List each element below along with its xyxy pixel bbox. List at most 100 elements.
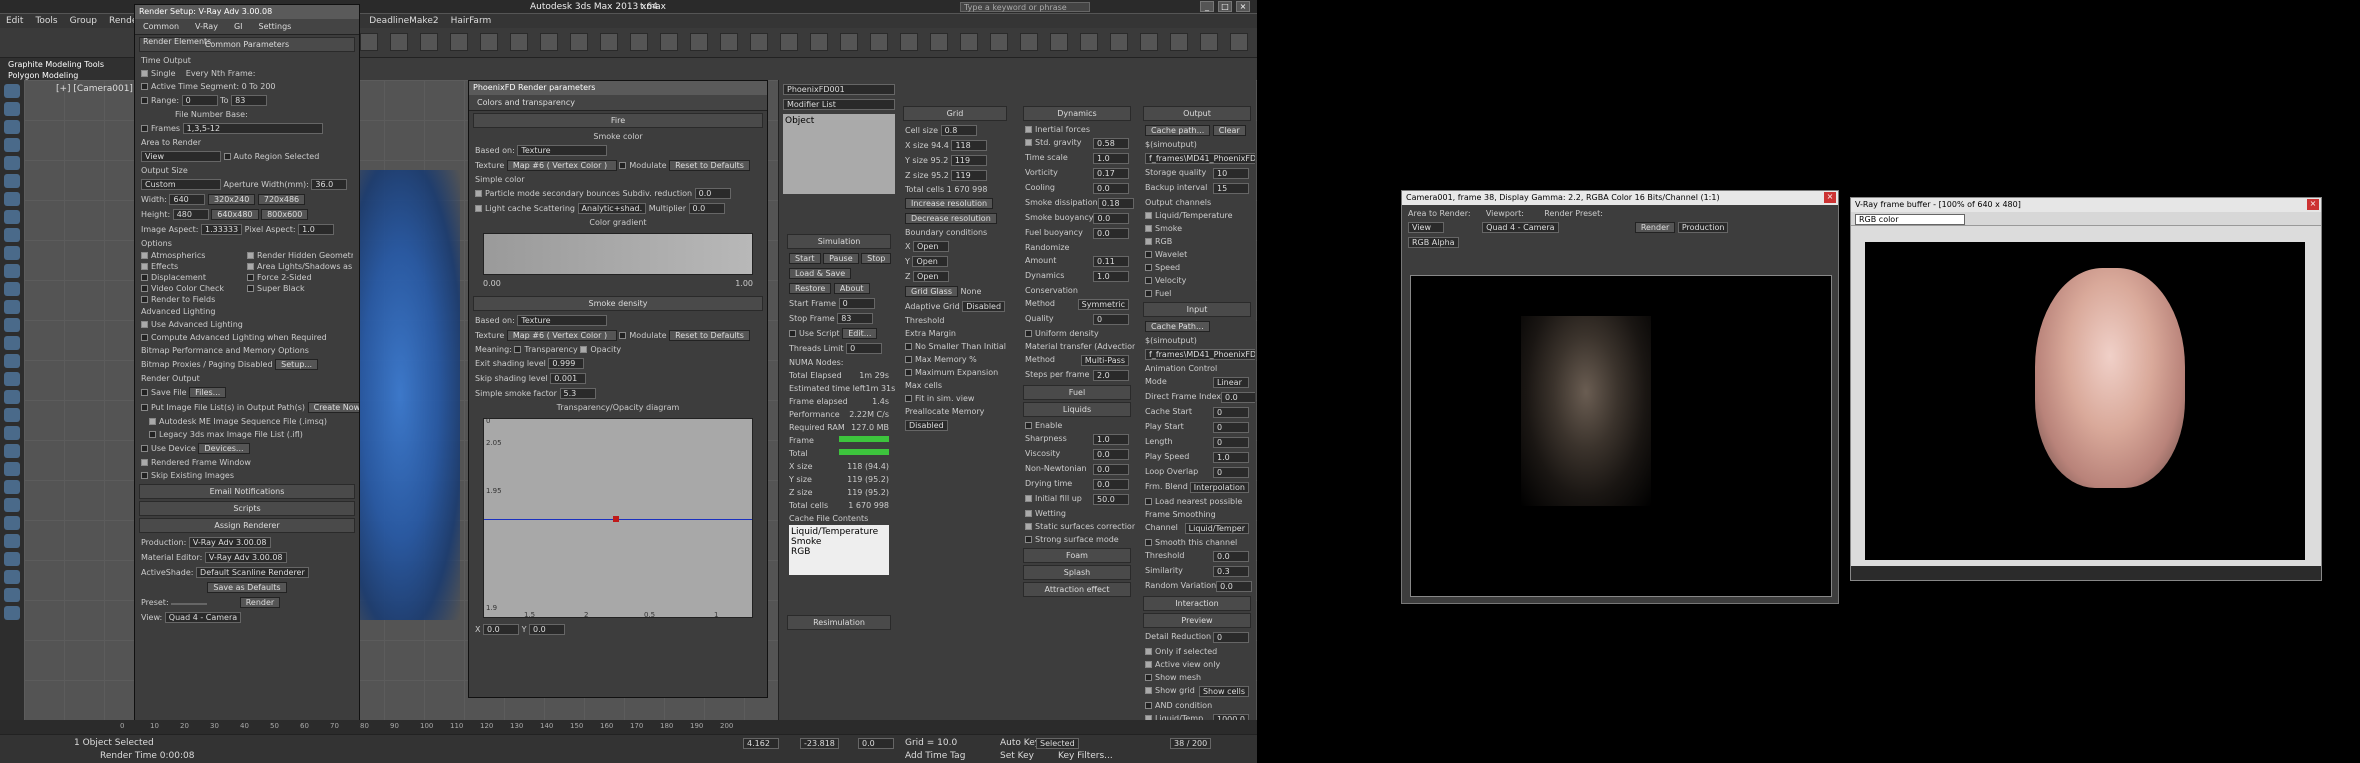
toolbar-tool-icon[interactable] xyxy=(840,33,858,51)
x-size-field[interactable]: 118 xyxy=(951,140,988,151)
toolbar-tool-icon[interactable] xyxy=(990,33,1008,51)
render-button[interactable]: Render xyxy=(239,597,281,608)
play_speed-field[interactable]: 1.0 xyxy=(1213,452,1249,463)
output-channel-checkbox[interactable] xyxy=(1145,212,1152,219)
density-based-on-select[interactable]: Texture xyxy=(517,315,608,326)
stop-button[interactable]: Stop xyxy=(861,253,892,264)
static_surfaces-checkbox[interactable] xyxy=(1025,523,1032,530)
tool-icon[interactable] xyxy=(4,552,20,566)
decrease-resolution-button[interactable]: Decrease resolution xyxy=(905,213,997,224)
multiplier-field[interactable]: 0.0 xyxy=(688,203,725,214)
load-save-button[interactable]: Load & Save xyxy=(789,268,852,279)
about-button[interactable]: About xyxy=(833,283,870,294)
reset-defaults-button[interactable]: Reset to Defaults xyxy=(669,160,750,171)
tool-icon[interactable] xyxy=(4,138,20,152)
tool-icon[interactable] xyxy=(4,480,20,494)
output-file-field[interactable]: f_frames\MD41_PhoenixFD001 xyxy=(1145,153,1255,164)
devices-button[interactable]: Devices... xyxy=(198,443,250,454)
boundary-z-select[interactable]: Open xyxy=(913,271,950,282)
toolbar-tool-icon[interactable] xyxy=(930,33,948,51)
toolbar-tool-icon[interactable] xyxy=(660,33,678,51)
modulate-checkbox[interactable] xyxy=(619,162,627,169)
toolbar-tool-icon[interactable] xyxy=(1200,33,1218,51)
tool-icon[interactable] xyxy=(4,354,20,368)
ribbon-tab[interactable]: Graphite Modeling Tools xyxy=(0,58,140,71)
cache-item[interactable]: RGB xyxy=(791,547,887,557)
direct_frame-field[interactable]: 0.0 xyxy=(1221,392,1255,403)
density-reset-button[interactable]: Reset to Defaults xyxy=(669,330,750,341)
reduction-field[interactable]: 0.0 xyxy=(694,188,731,199)
tool-icon[interactable] xyxy=(4,192,20,206)
output-section[interactable]: Output xyxy=(1143,106,1251,121)
std_gravity-field[interactable]: 0.58 xyxy=(1093,138,1129,149)
tool-icon[interactable] xyxy=(4,282,20,296)
similarity-field[interactable]: 0.3 xyxy=(1213,566,1249,577)
fuel_buoyancy-field[interactable]: 0.0 xyxy=(1093,228,1129,239)
tool-icon[interactable] xyxy=(4,210,20,224)
tab-gi[interactable]: GI xyxy=(226,19,251,34)
tool-icon[interactable] xyxy=(4,408,20,422)
y-field[interactable]: 0.0 xyxy=(529,624,566,635)
toolbar-tool-icon[interactable] xyxy=(720,33,738,51)
x-coord-field[interactable]: 4.162 xyxy=(743,738,779,749)
std_gravity-checkbox[interactable] xyxy=(1025,139,1032,146)
no-smaller-checkbox[interactable] xyxy=(905,343,912,350)
exit-shading-field[interactable]: 0.999 xyxy=(548,358,585,369)
legacy-seq-radio[interactable] xyxy=(149,431,156,438)
compute-adv-lighting-checkbox[interactable] xyxy=(141,334,148,341)
option-checkbox[interactable] xyxy=(247,274,254,281)
splash-section[interactable]: Splash xyxy=(1023,565,1131,580)
only_selected-checkbox[interactable] xyxy=(1145,648,1152,655)
amount-field[interactable]: 0.11 xyxy=(1093,256,1129,267)
boundary-y-select[interactable]: Open xyxy=(912,256,949,267)
channel-field[interactable]: Liquid/Temper xyxy=(1184,523,1249,534)
pixel-aspect-field[interactable]: 1.0 xyxy=(298,224,335,235)
storage_quality-field[interactable]: 10 xyxy=(1213,168,1249,179)
tool-icon[interactable] xyxy=(4,120,20,134)
adaptive-select[interactable]: Disabled xyxy=(962,301,1006,312)
detail_reduction-field[interactable]: 0 xyxy=(1213,632,1249,643)
density-modulate-checkbox[interactable] xyxy=(619,332,627,339)
setup-button[interactable]: Setup... xyxy=(275,359,319,370)
files-button[interactable]: Files... xyxy=(189,387,227,398)
active-time-radio[interactable] xyxy=(141,83,148,90)
toolbar-tool-icon[interactable] xyxy=(360,33,378,51)
fit-sim-checkbox[interactable] xyxy=(905,395,912,402)
toolbar-tool-icon[interactable] xyxy=(450,33,468,51)
based-on-select[interactable]: Texture xyxy=(517,145,608,156)
tool-icon[interactable] xyxy=(4,426,20,440)
time_scale-field[interactable]: 1.0 xyxy=(1093,153,1129,164)
liquids-section[interactable]: Liquids xyxy=(1023,402,1131,417)
quality-field[interactable]: 0 xyxy=(1093,314,1129,325)
tool-icon[interactable] xyxy=(4,102,20,116)
use-device-checkbox[interactable] xyxy=(141,445,148,452)
toolbar-tool-icon[interactable] xyxy=(810,33,828,51)
length-field[interactable]: 0 xyxy=(1213,437,1249,448)
activeshade-field[interactable]: Default Scanline Renderer xyxy=(196,567,309,578)
tool-icon[interactable] xyxy=(4,156,20,170)
output-channel-checkbox[interactable] xyxy=(1145,238,1152,245)
non_newtonian-field[interactable]: 0.0 xyxy=(1093,464,1129,475)
tool-icon[interactable] xyxy=(4,372,20,386)
toolbar-tool-icon[interactable] xyxy=(390,33,408,51)
initial_fill-field[interactable]: 50.0 xyxy=(1093,494,1129,505)
start-frame-field[interactable]: 0 xyxy=(838,298,875,309)
toolbar-tool-icon[interactable] xyxy=(900,33,918,51)
output-channel-checkbox[interactable] xyxy=(1145,277,1152,284)
vorticity-field[interactable]: 0.17 xyxy=(1093,168,1129,179)
tool-icon[interactable] xyxy=(4,606,20,620)
option-checkbox[interactable] xyxy=(141,263,148,270)
cooling-field[interactable]: 0.0 xyxy=(1093,183,1129,194)
input-file-field[interactable]: f_frames\MD41_PhoenixFD001 xyxy=(1145,349,1255,360)
cache-path-button[interactable]: Cache path... xyxy=(1145,125,1211,136)
vray-channel-select[interactable]: RGB color xyxy=(1855,214,1965,225)
preview-section[interactable]: Preview xyxy=(1143,613,1251,628)
menu-group[interactable]: Group xyxy=(64,14,103,28)
z-coord-field[interactable]: 0.0 xyxy=(858,738,894,749)
area-select[interactable]: View xyxy=(141,151,221,162)
tool-icon[interactable] xyxy=(4,534,20,548)
set-key-button[interactable]: Set Key xyxy=(1000,751,1034,761)
tab-colors-transparency[interactable]: Colors and transparency xyxy=(469,95,583,110)
toolbar-tool-icon[interactable] xyxy=(510,33,528,51)
output-channel-checkbox[interactable] xyxy=(1145,251,1152,258)
